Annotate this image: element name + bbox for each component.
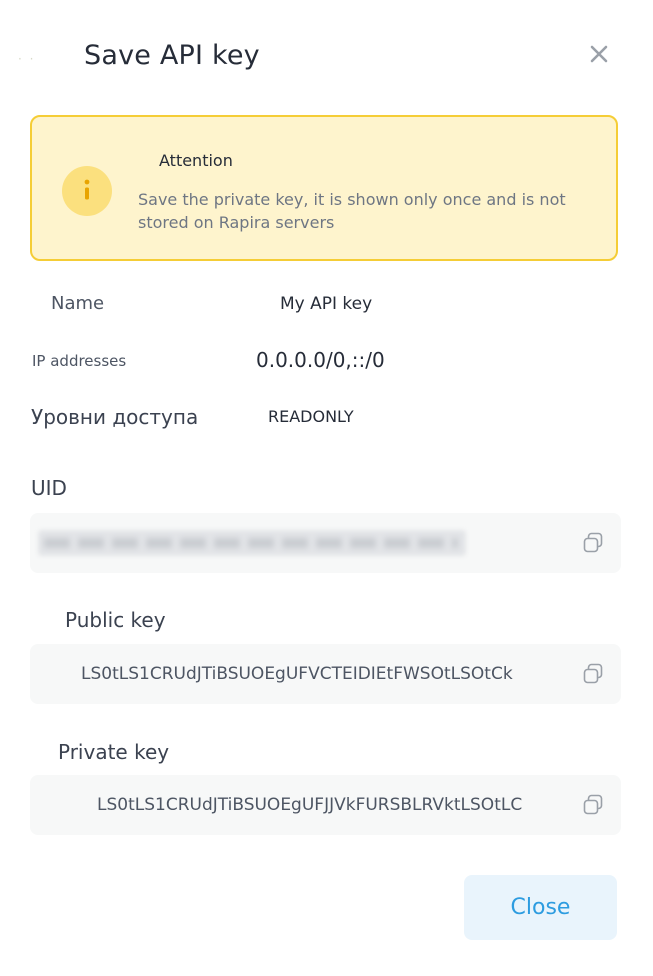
public-key-label: Public key (65, 608, 166, 632)
private-key-label: Private key (58, 740, 170, 764)
public-key-value: LS0tLS1CRUdJTiBSUOEgUFVCTEIDIEtFWSOtLSOt… (81, 664, 513, 684)
name-value: My API key (280, 294, 373, 314)
header-decoration: · · (18, 52, 36, 66)
alert-title: Attention (159, 151, 233, 170)
access-levels-label: Уровни доступа (31, 405, 199, 429)
attention-alert: Attention Save the private key, it is sh… (30, 115, 618, 261)
close-icon[interactable] (587, 42, 611, 66)
uid-label: UID (31, 476, 67, 500)
private-key-value: LS0tLS1CRUdJTiBSUOEgUFJJVkFURSBLRVktLSOt… (97, 795, 523, 815)
ip-addresses-label: IP addresses (32, 352, 127, 370)
alert-text: Save the private key, it is shown only o… (138, 190, 566, 232)
close-button[interactable]: Close (464, 875, 617, 940)
uid-value-blurred (38, 530, 466, 556)
access-levels-value: READONLY (268, 407, 354, 426)
name-label: Name (51, 293, 105, 314)
copy-icon[interactable] (581, 793, 605, 817)
uid-field (30, 513, 621, 573)
public-key-field: LS0tLS1CRUdJTiBSUOEgUFVCTEIDIEtFWSOtLSOt… (30, 644, 621, 704)
copy-icon[interactable] (581, 662, 605, 686)
private-key-field: LS0tLS1CRUdJTiBSUOEgUFJJVkFURSBLRVktLSOt… (30, 775, 621, 835)
dialog-title: Save API key (84, 40, 260, 71)
copy-icon[interactable] (581, 531, 605, 555)
ip-addresses-value: 0.0.0.0/0,::/0 (256, 348, 385, 372)
save-api-key-dialog: · · Save API key Attention Save the priv… (0, 0, 653, 976)
info-icon (62, 166, 112, 216)
